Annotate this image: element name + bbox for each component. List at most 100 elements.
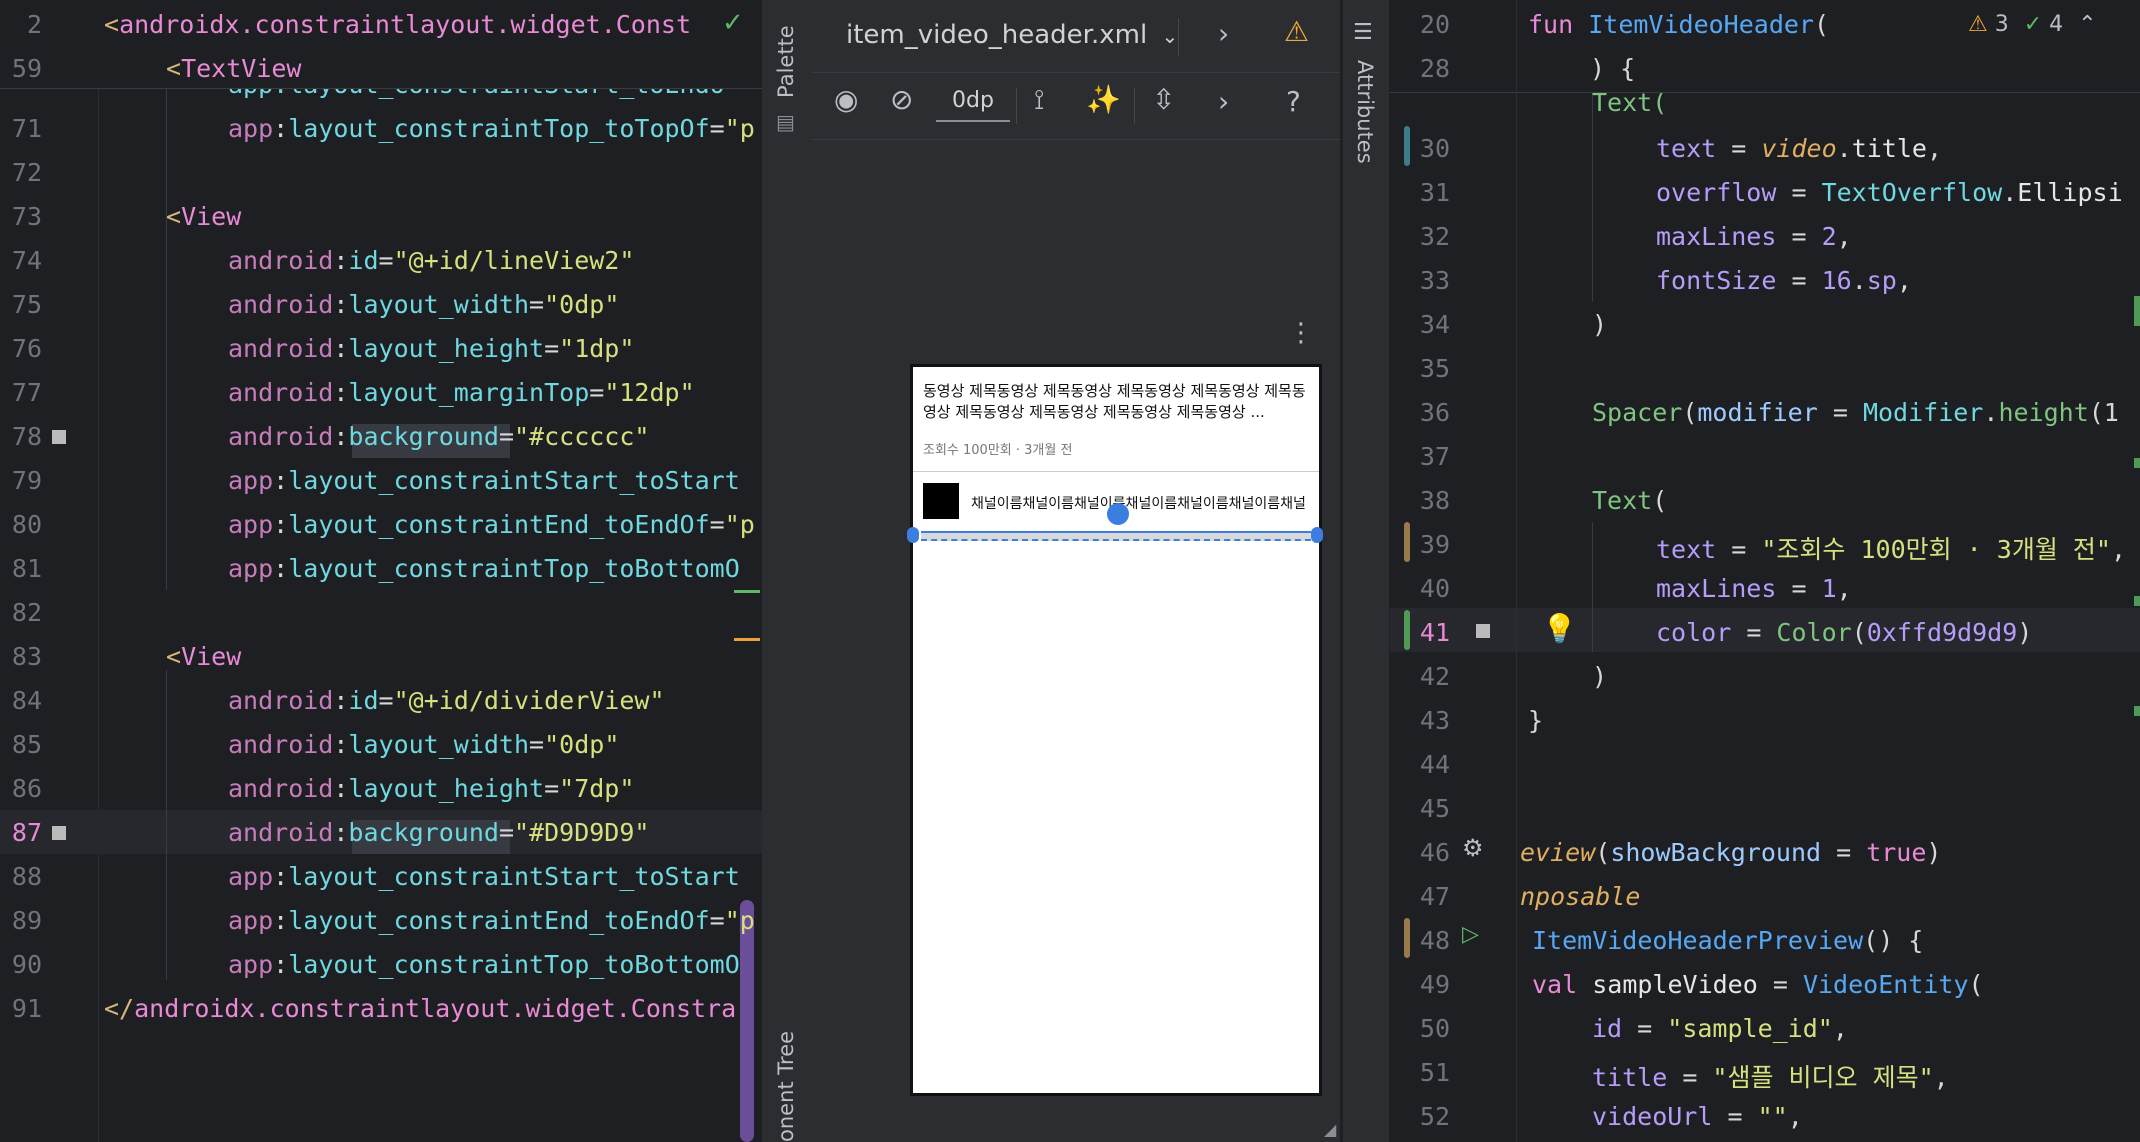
line-number: 40 <box>1419 574 1450 603</box>
start-constraint-handle[interactable] <box>907 527 919 543</box>
code-line[interactable]: app:layout_constraintStart_toStart <box>228 862 740 891</box>
code-line[interactable]: android:layout_width="0dp" <box>228 730 619 759</box>
code-token: maxLines <box>1656 574 1777 603</box>
code-line[interactable]: ) { <box>1590 54 1635 83</box>
check-icon[interactable]: ✓ <box>722 8 744 38</box>
line-view[interactable] <box>913 471 1319 472</box>
file-selector[interactable]: item_video_header.xml ⌄ <box>846 20 1178 50</box>
code-line[interactable]: <TextView <box>166 54 301 83</box>
component-tree-tab[interactable]: onent Tree <box>774 1031 798 1142</box>
code-line[interactable]: android:id="@+id/lineView2" <box>228 246 634 275</box>
code-line[interactable]: app:layout_constraintTop_toBottomO <box>228 950 740 979</box>
code-line[interactable]: } <box>1528 706 1543 735</box>
chevron-right-icon[interactable]: › <box>1218 88 1229 116</box>
code-token: app <box>228 510 274 539</box>
code-line[interactable]: android:id="@+id/dividerView" <box>228 686 665 715</box>
code-line[interactable]: app:layout_constraintTop_toTopOf="p <box>228 114 755 143</box>
code-line[interactable]: Text( <box>1592 486 1667 515</box>
code-line[interactable]: app:layout_constraintTop_toBottomO <box>228 554 740 583</box>
lightbulb-icon[interactable]: 💡 <box>1542 612 1577 645</box>
code-token: "@+id/lineView2" <box>393 246 635 275</box>
chevron-right-icon[interactable]: › <box>1218 20 1229 48</box>
code-token: = <box>709 906 725 935</box>
line-number: 51 <box>1419 1058 1450 1087</box>
eye-icon[interactable]: ◉ <box>834 86 858 114</box>
code-token: ) <box>1592 310 1608 339</box>
code-line[interactable]: text = "조회수 100만회 · 3개월 전", <box>1656 530 2126 566</box>
default-margin-value: 0dp <box>952 88 994 113</box>
code-line[interactable]: android:layout_height="7dp" <box>228 774 634 803</box>
code-line[interactable]: color = Color(0xffd9d9d9) <box>1656 618 2032 647</box>
clear-constraints-icon[interactable]: ⟟ <box>1034 86 1044 114</box>
code-line[interactable]: ItemVideoHeaderPreview() { <box>1532 926 1923 955</box>
video-meta-text[interactable]: 조회수 100만회 · 3개월 전 <box>923 439 1072 458</box>
code-line[interactable]: text = video.title, <box>1656 134 1942 163</box>
code-line[interactable]: val sampleVideo = VideoEntity( <box>1532 970 1984 999</box>
code-token: "12dp" <box>604 378 695 407</box>
video-title-text[interactable]: 동영상 제목동영상 제목동영상 제목동영상 제목동영상 제목동영상 제목동영상 … <box>923 381 1311 425</box>
code-line[interactable]: Spacer(modifier = Modifier.height(1 <box>1592 398 2119 427</box>
xml-editor[interactable]: ✓ 2 <androidx.constraintlayout.widget.Con… <box>0 0 762 1142</box>
palette-strip[interactable]: Palette ▤ onent Tree <box>762 0 813 1142</box>
code-token: , <box>1836 574 1852 603</box>
code-line[interactable]: ) <box>1592 662 1607 691</box>
run-preview-icon[interactable]: ▷ <box>1462 922 1479 947</box>
code-line[interactable]: title = "샘플 비디오 제목", <box>1592 1058 1949 1094</box>
code-line[interactable]: fun ItemVideoHeader( <box>1528 10 1829 39</box>
code-line[interactable]: id = "sample_id", <box>1592 1014 1848 1043</box>
code-token: "#cccccc" <box>514 422 650 451</box>
code-line[interactable]: <View <box>166 642 241 671</box>
code-token: : <box>333 290 349 319</box>
code-line[interactable]: eview(showBackground = true) <box>1520 838 1941 867</box>
code-line[interactable]: android:layout_marginTop="12dp" <box>228 378 695 407</box>
code-token: layout_height <box>348 334 545 363</box>
more-options-icon[interactable]: ⋮ <box>1288 320 1314 346</box>
device-preview[interactable]: 동영상 제목동영상 제목동영상 제목동영상 제목동영상 제목동영상 제목동영상 … <box>907 364 1323 1096</box>
code-line[interactable]: android:background="#cccccc" <box>228 422 649 451</box>
scrollbar-thumb[interactable] <box>740 900 754 1142</box>
attributes-strip[interactable]: ☰ Attributes <box>1342 0 1389 1142</box>
channel-avatar[interactable] <box>923 483 959 519</box>
code-line[interactable]: </androidx.constraintlayout.widget.Const… <box>104 994 736 1023</box>
code-line[interactable]: maxLines = 2, <box>1656 222 1852 251</box>
breakpoint-marker[interactable] <box>52 430 66 444</box>
default-margin-field[interactable]: 0dp <box>936 88 1010 122</box>
code-line[interactable]: app:layout_constraintEnd_toEndOf="p <box>228 906 755 935</box>
infer-constraints-icon[interactable]: ✨ <box>1086 86 1121 114</box>
gear-icon[interactable]: ⚙ <box>1462 834 1484 862</box>
code-line[interactable]: nposable <box>1520 882 1640 911</box>
code-token: "sample_id" <box>1667 1014 1833 1043</box>
code-line[interactable]: android:layout_height="1dp" <box>228 334 634 363</box>
breakpoint-marker[interactable] <box>1476 624 1490 638</box>
code-line[interactable]: fontSize = 16.sp, <box>1656 266 1912 295</box>
code-line[interactable]: maxLines = 1, <box>1656 574 1852 603</box>
code-line[interactable]: <androidx.constraintlayout.widget.Const <box>104 10 691 39</box>
inspection-widget[interactable]: ⚠ 3 ✓ 4 ⌃ <box>1968 12 2097 37</box>
warning-icon[interactable]: ⚠ <box>1284 18 1309 46</box>
channel-name-text[interactable]: 채널이름채널이름채널이름채널이름채널이름채널이름채널 <box>971 493 1317 513</box>
code-token: = <box>1821 838 1867 867</box>
code-line[interactable]: app:layout_constraintEnd_toEndOf="p <box>228 510 755 539</box>
code-token: background <box>348 422 499 451</box>
code-line[interactable]: android:background="#D9D9D9" <box>228 818 649 847</box>
breakpoint-marker[interactable] <box>52 826 66 840</box>
code-line[interactable]: app:layout_constraintStart_toStart <box>228 466 740 495</box>
end-constraint-handle[interactable] <box>1311 527 1323 543</box>
code-line[interactable]: <View <box>166 202 241 231</box>
code-line[interactable]: ) <box>1592 310 1607 339</box>
divider-view-selected[interactable] <box>921 531 1311 541</box>
error-stripe-mark <box>2134 296 2140 326</box>
attributes-tab[interactable]: Attributes <box>1353 60 1377 164</box>
palette-tab[interactable]: Palette <box>774 25 798 98</box>
help-icon[interactable]: ? <box>1286 88 1301 116</box>
code-token: "조회수 100만회 · 3개월 전" <box>1761 535 2111 564</box>
top-constraint-handle[interactable] <box>1107 503 1129 525</box>
code-token: "1dp" <box>559 334 635 363</box>
magnet-off-icon[interactable]: ⊘ <box>890 86 913 114</box>
code-line[interactable]: videoUrl = "", <box>1592 1102 1803 1131</box>
code-line[interactable]: overflow = TextOverflow.Ellipsi <box>1656 178 2123 207</box>
code-line[interactable]: android:layout_width="0dp" <box>228 290 619 319</box>
resize-grip-icon[interactable]: ◢ <box>1324 1120 1336 1139</box>
guidelines-icon[interactable]: ⇳ <box>1152 86 1175 114</box>
line-number: 84 <box>11 686 42 715</box>
